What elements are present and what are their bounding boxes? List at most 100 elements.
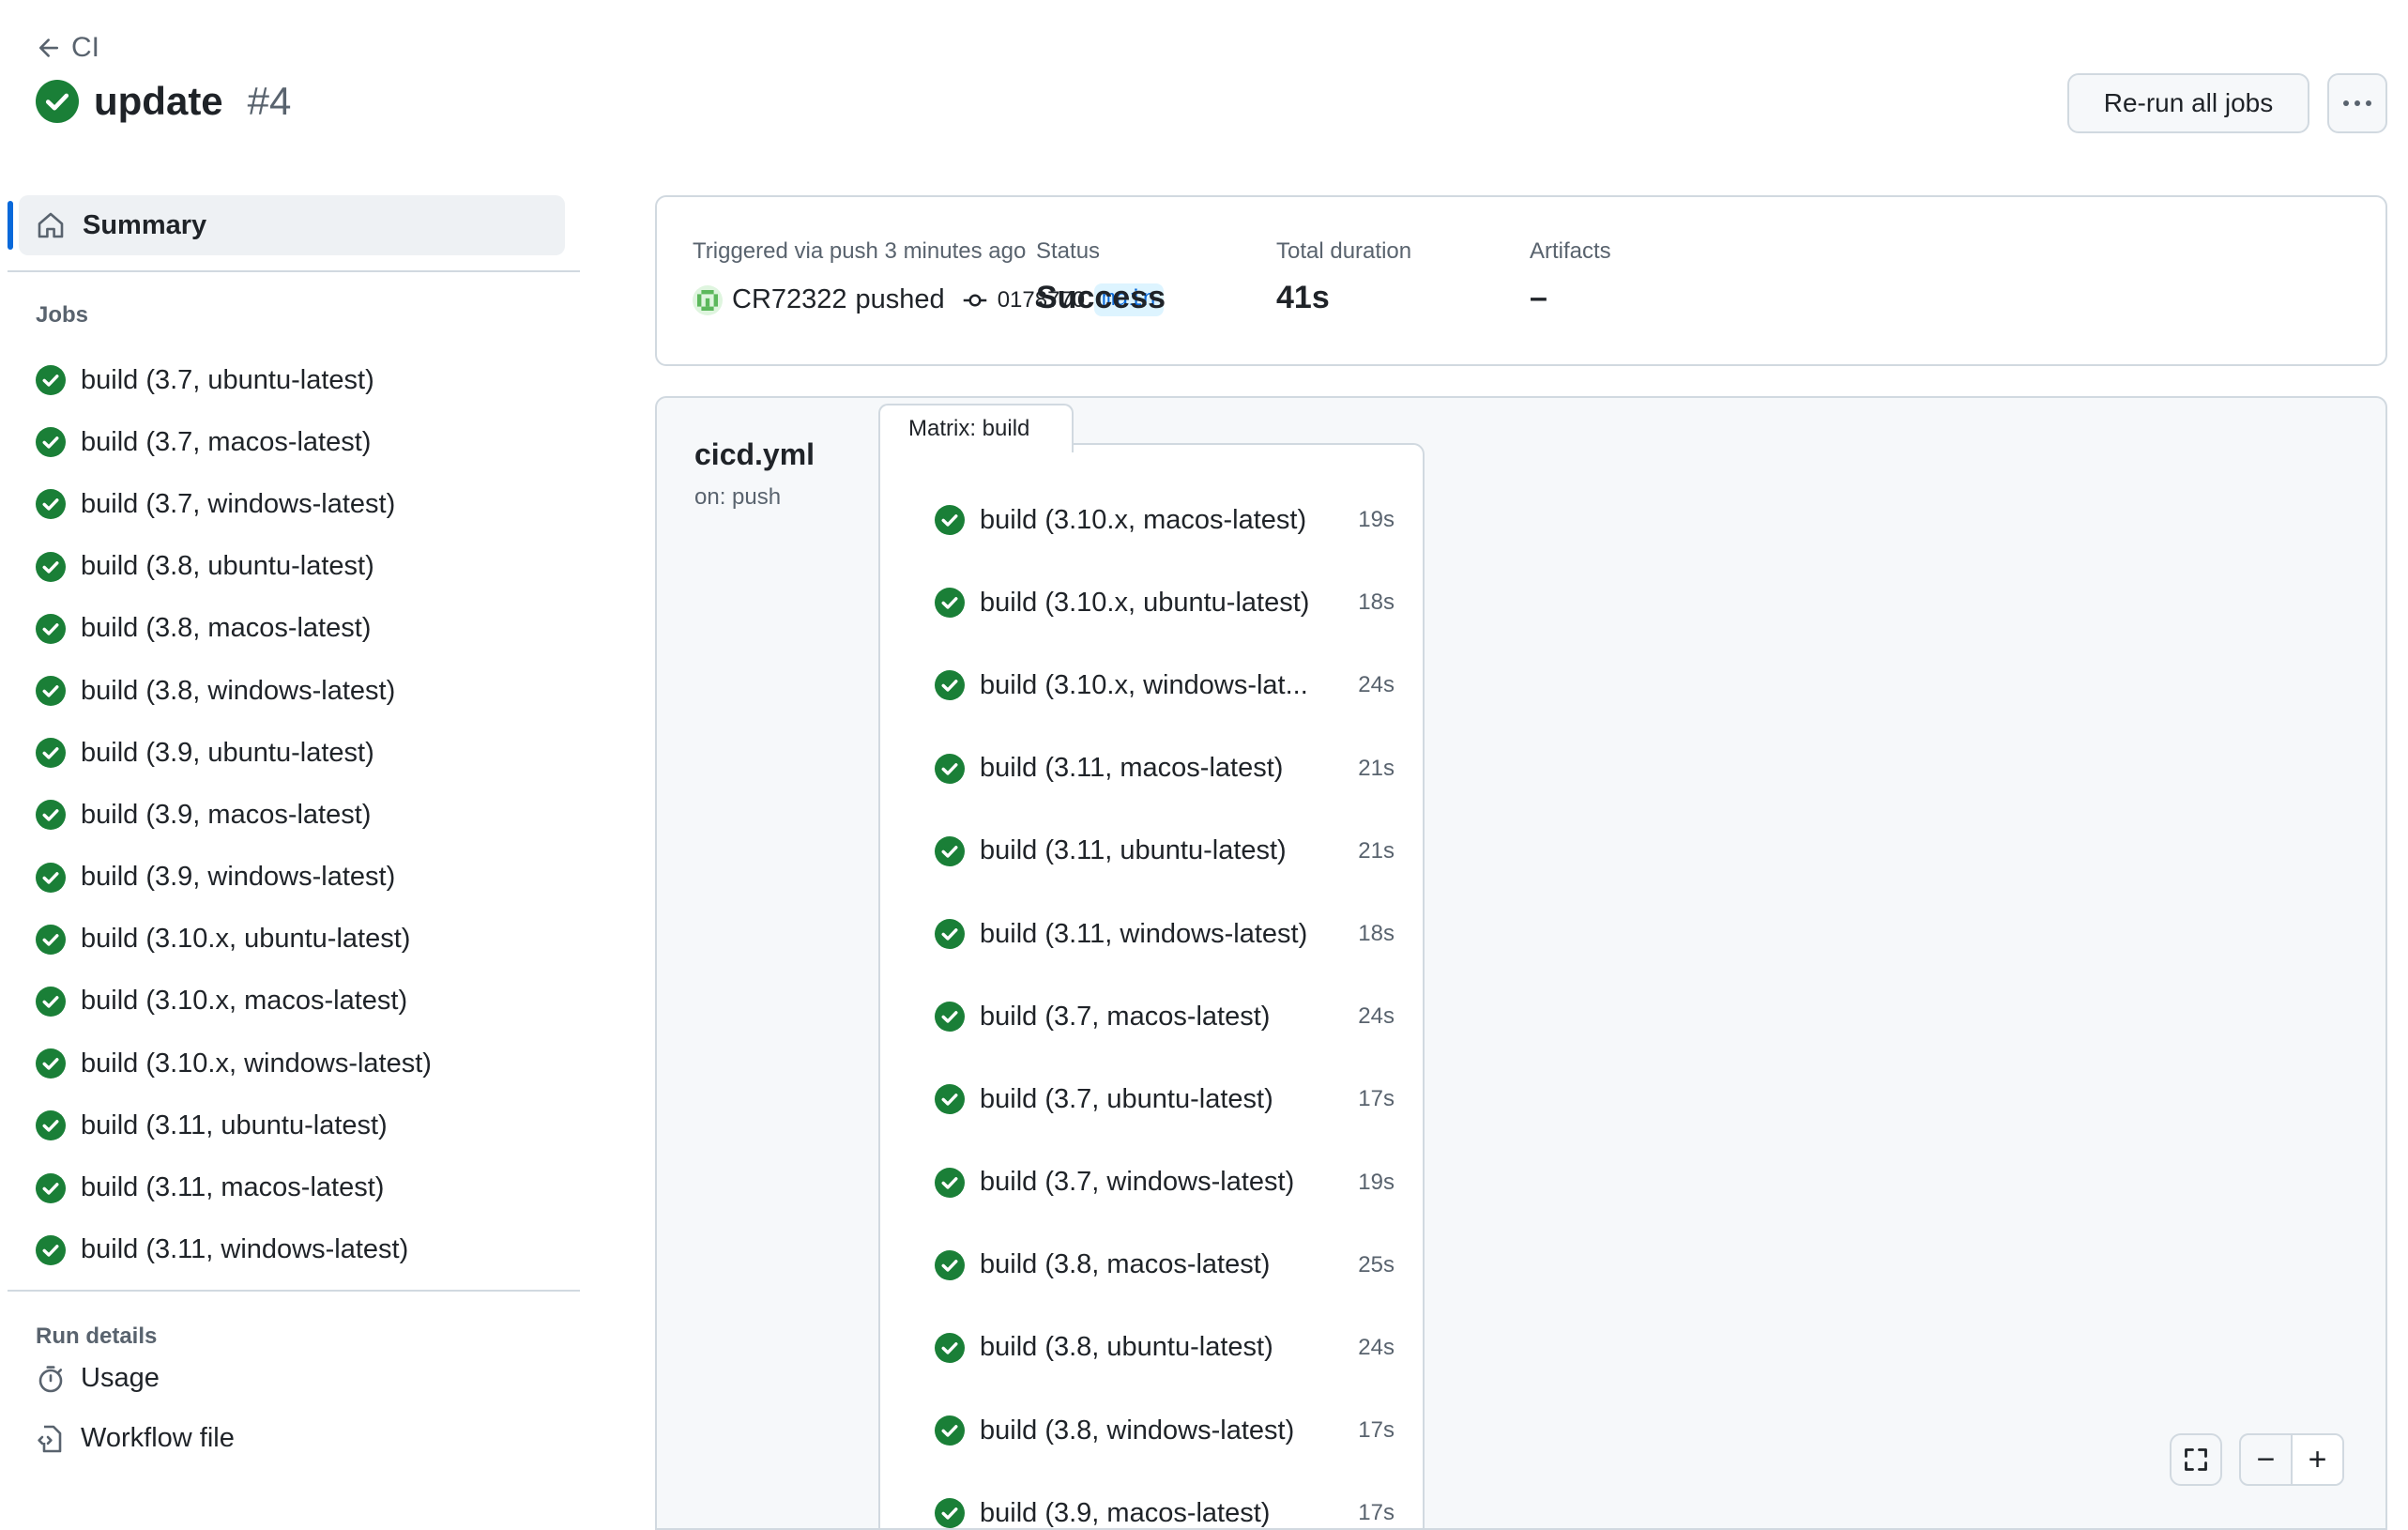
sidebar-job-item[interactable]: build (3.9, windows-latest)	[36, 847, 432, 909]
matrix-job-item[interactable]: build (3.8, ubuntu-latest) 24s	[935, 1307, 1395, 1389]
success-check-icon	[935, 1498, 965, 1528]
matrix-job-duration: 21s	[1358, 837, 1395, 864]
matrix-job-name: build (3.8, macos-latest)	[980, 1249, 1271, 1280]
matrix-job-duration: 19s	[1358, 1169, 1395, 1195]
sidebar-job-item[interactable]: build (3.10.x, macos-latest)	[36, 971, 432, 1033]
success-check-icon	[36, 800, 66, 831]
sidebar-job-item[interactable]: build (3.8, windows-latest)	[36, 660, 432, 722]
file-code-icon	[38, 1425, 62, 1452]
matrix-job-duration: 17s	[1358, 1086, 1395, 1112]
matrix-job-duration: 24s	[1358, 672, 1395, 698]
sidebar-job-item[interactable]: build (3.7, windows-latest)	[36, 473, 432, 535]
success-check-icon	[935, 505, 965, 536]
matrix-job-item[interactable]: build (3.7, macos-latest) 24s	[935, 975, 1395, 1058]
matrix-job-name: build (3.9, macos-latest)	[980, 1497, 1271, 1528]
sidebar-item-workflow-file[interactable]: Workflow file	[36, 1423, 235, 1454]
sidebar-item-usage[interactable]: Usage	[36, 1363, 160, 1394]
sidebar-job-item[interactable]: build (3.8, macos-latest)	[36, 598, 432, 660]
zoom-in-button[interactable]: +	[2291, 1435, 2342, 1484]
workflow-trigger-event: on: push	[694, 484, 782, 510]
matrix-job-item[interactable]: build (3.7, ubuntu-latest) 17s	[935, 1058, 1395, 1140]
matrix-job-item[interactable]: build (3.11, macos-latest) 21s	[935, 727, 1395, 810]
success-check-icon	[935, 753, 965, 784]
matrix-job-item[interactable]: build (3.7, windows-latest) 19s	[935, 1141, 1395, 1224]
success-check-icon	[36, 862, 66, 893]
success-check-icon	[36, 676, 66, 707]
duration-label: Total duration	[1276, 238, 1412, 264]
sidebar-job-item[interactable]: build (3.7, macos-latest)	[36, 411, 432, 473]
matrix-job-item[interactable]: build (3.11, windows-latest) 18s	[935, 893, 1395, 975]
matrix-job-duration: 25s	[1358, 1251, 1395, 1278]
workflow-graph[interactable]: cicd.yml on: push Matrix: build build (3…	[655, 396, 2387, 1530]
avatar[interactable]	[693, 284, 723, 315]
job-name: build (3.9, windows-latest)	[81, 862, 396, 893]
matrix-job-duration: 24s	[1358, 1003, 1395, 1030]
rerun-all-jobs-button[interactable]: Re-run all jobs	[2067, 73, 2309, 133]
matrix-job-name: build (3.11, macos-latest)	[980, 753, 1284, 784]
actor-username[interactable]: CR72322	[732, 284, 847, 315]
run-name: update	[94, 79, 223, 123]
matrix-job-item[interactable]: build (3.10.x, macos-latest) 19s	[935, 479, 1395, 561]
status-value: Success	[1036, 280, 1166, 315]
matrix-job-duration: 19s	[1358, 507, 1395, 533]
job-name: build (3.9, ubuntu-latest)	[81, 737, 374, 768]
matrix-job-name: build (3.11, windows-latest)	[980, 918, 1308, 949]
success-check-icon	[36, 1048, 66, 1079]
matrix-job-duration: 17s	[1358, 1417, 1395, 1444]
success-check-icon	[36, 489, 66, 520]
success-check-icon	[935, 919, 965, 950]
success-check-icon	[935, 670, 965, 701]
sidebar-job-item[interactable]: build (3.9, ubuntu-latest)	[36, 722, 432, 784]
sidebar-job-item[interactable]: build (3.10.x, windows-latest)	[36, 1033, 432, 1094]
fullscreen-button[interactable]	[2170, 1433, 2222, 1486]
job-name: build (3.10.x, macos-latest)	[81, 986, 408, 1017]
success-check-icon	[36, 427, 66, 458]
sidebar-job-item[interactable]: build (3.11, windows-latest)	[36, 1219, 432, 1281]
matrix-job-item[interactable]: build (3.8, windows-latest) 17s	[935, 1389, 1395, 1472]
success-check-icon	[935, 835, 965, 866]
sidebar-job-item[interactable]: build (3.11, ubuntu-latest)	[36, 1094, 432, 1156]
matrix-job-item[interactable]: build (3.10.x, ubuntu-latest) 18s	[935, 561, 1395, 644]
sidebar-job-item[interactable]: build (3.10.x, ubuntu-latest)	[36, 909, 432, 971]
job-name: build (3.11, macos-latest)	[81, 1172, 385, 1203]
zoom-out-button[interactable]: −	[2241, 1435, 2291, 1484]
sidebar-job-item[interactable]: build (3.9, macos-latest)	[36, 784, 432, 846]
pushed-text: pushed	[855, 284, 945, 314]
matrix-job-item[interactable]: build (3.8, macos-latest) 25s	[935, 1224, 1395, 1307]
more-options-button[interactable]	[2327, 73, 2387, 133]
matrix-build-tab[interactable]: Matrix: build	[878, 404, 1074, 452]
sidebar-item-summary[interactable]: Summary	[8, 195, 565, 255]
matrix-job-item[interactable]: build (3.11, ubuntu-latest) 21s	[935, 810, 1395, 893]
run-details-heading: Run details	[36, 1323, 158, 1349]
success-check-icon	[935, 1415, 965, 1446]
matrix-job-duration: 18s	[1358, 921, 1395, 947]
sidebar-summary-label: Summary	[83, 209, 207, 240]
matrix-job-name: build (3.7, macos-latest)	[980, 1001, 1271, 1032]
divider	[8, 1290, 580, 1292]
job-name: build (3.10.x, windows-latest)	[81, 1048, 432, 1079]
sidebar-job-item[interactable]: build (3.7, ubuntu-latest)	[36, 349, 432, 411]
sidebar-job-item[interactable]: build (3.11, macos-latest)	[36, 1156, 432, 1218]
matrix-jobs-list: build (3.10.x, macos-latest) 19s build (3.…	[935, 479, 1395, 1528]
matrix-job-duration: 24s	[1358, 1334, 1395, 1360]
matrix-job-duration: 18s	[1358, 589, 1395, 616]
commit-icon	[963, 294, 986, 306]
back-to-workflow-link[interactable]: CI	[36, 32, 99, 64]
success-check-icon	[36, 613, 66, 644]
job-name: build (3.9, macos-latest)	[81, 799, 372, 830]
job-name: build (3.11, windows-latest)	[81, 1234, 409, 1265]
matrix-job-item[interactable]: build (3.10.x, windows-lat... 24s	[935, 644, 1395, 727]
sidebar-job-item[interactable]: build (3.8, ubuntu-latest)	[36, 536, 432, 598]
arrow-left-icon	[38, 38, 59, 57]
success-check-icon	[36, 986, 66, 1017]
success-check-icon	[935, 1249, 965, 1280]
matrix-job-name: build (3.11, ubuntu-latest)	[980, 835, 1287, 866]
success-check-icon	[935, 1332, 965, 1363]
workflow-file-label: Workflow file	[81, 1423, 235, 1453]
artifacts-value: –	[1530, 280, 1547, 315]
matrix-job-item[interactable]: build (3.9, macos-latest) 17s	[935, 1472, 1395, 1528]
jobs-list: build (3.7, ubuntu-latest) build (3.7, ma…	[36, 349, 432, 1281]
success-check-icon	[36, 1234, 66, 1265]
workflow-file-name: cicd.yml	[694, 437, 815, 471]
jobs-heading: Jobs	[36, 302, 89, 328]
